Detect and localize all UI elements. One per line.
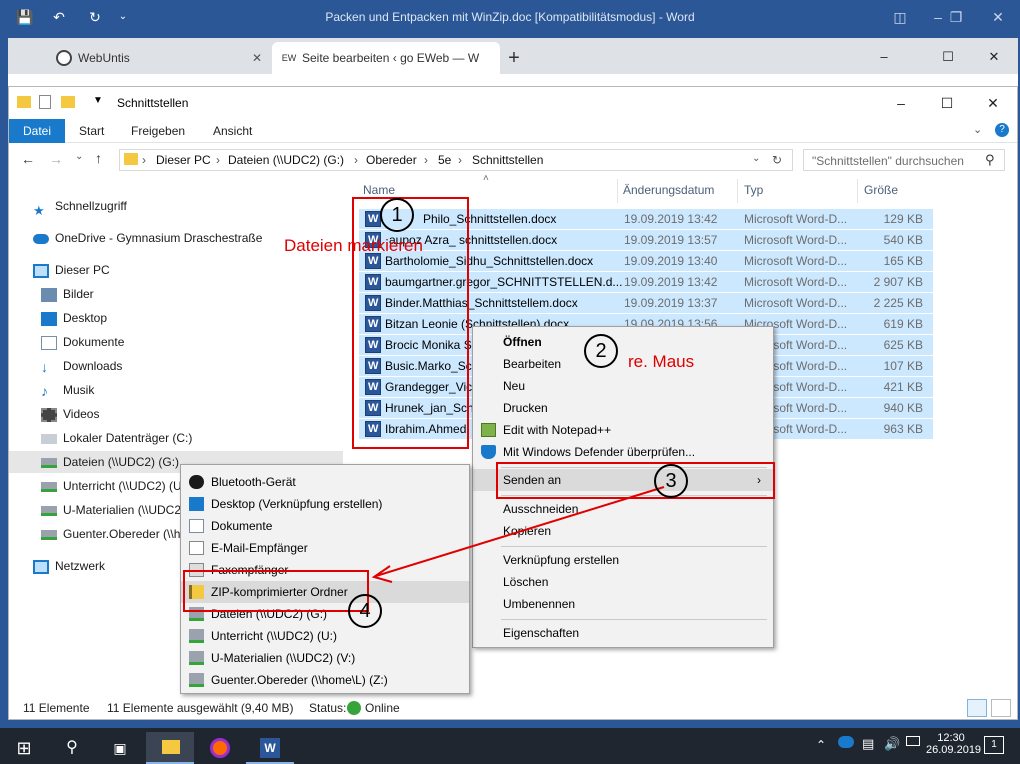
taskbar: ⊞ ⚲ ▣ W ⌃ ▤ 🔊 12:30 26.09.2019 1 [0,728,1020,764]
taskbar-explorer[interactable] [146,732,194,764]
windows-start-icon[interactable]: ⊞ [0,732,48,764]
notification-badge[interactable]: 1 [984,736,1004,754]
word-icon: W [260,738,280,758]
annotation-step-3: 3 [654,464,688,498]
keyboard-icon[interactable] [906,736,920,746]
volume-icon[interactable]: 🔊 [884,736,900,752]
annotation-label-markieren: Dateien markieren [284,236,423,255]
annotation-step-4: 4 [348,594,382,628]
annotation-label-maus: re. Maus [628,352,695,371]
tray-chevron-icon[interactable]: ⌃ [816,738,826,752]
firefox-icon [210,738,230,758]
annotation-step-2: 2 [584,334,618,368]
search-icon[interactable]: ⚲ [48,732,96,764]
clock-date: 26.09.2019 [926,744,982,756]
taskbar-word[interactable]: W [246,732,294,764]
annotation-step-1: 1 [380,198,414,232]
clock[interactable]: 12:30 26.09.2019 [926,732,982,756]
network-icon[interactable]: ▤ [862,736,874,752]
taskbar-firefox[interactable] [196,732,244,764]
folder-icon [162,740,180,754]
onedrive-icon[interactable] [838,736,854,748]
annotation-arrow [371,486,665,583]
clock-time: 12:30 [937,732,965,744]
task-view-icon[interactable]: ▣ [96,732,144,764]
